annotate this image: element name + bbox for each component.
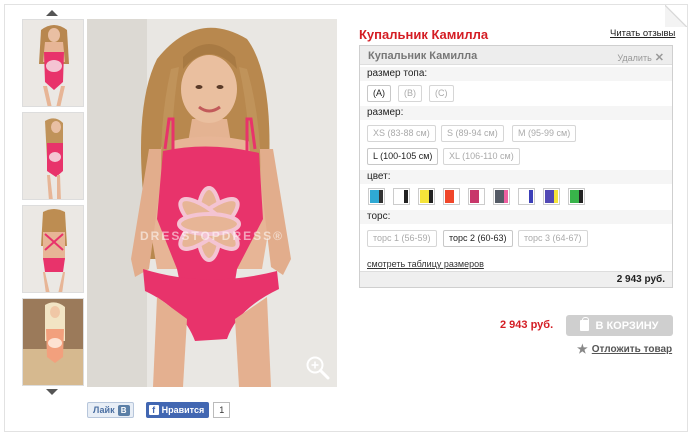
size-option[interactable]: M (95-99 см) [512, 125, 577, 142]
size-option[interactable]: XL (106-110 см) [443, 148, 520, 165]
thumbnail-front[interactable] [22, 19, 84, 107]
size-label: размер: [360, 106, 672, 120]
shopping-bag-icon [580, 317, 590, 331]
thumbnail-back[interactable] [22, 205, 84, 293]
thumbnail-beach[interactable] [22, 298, 84, 386]
main-product-photo[interactable]: DRESSTOPDRESS® [87, 19, 337, 387]
torso-option[interactable]: торс 2 (60-63) [443, 230, 513, 247]
vk-like-button[interactable]: Лайк В [87, 402, 134, 418]
size-option[interactable]: L (100-105 см) [367, 148, 439, 165]
social-buttons: Лайк В f Нравится 1 [87, 402, 231, 418]
add-to-cart-label: В КОРЗИНУ [595, 319, 659, 332]
photo-watermark: DRESSTOPDRESS® [140, 229, 284, 243]
close-icon: ✕ [654, 52, 664, 64]
defer-item-button[interactable]: ★ Отложить товар [577, 342, 672, 356]
thumbnails-up-arrow-icon[interactable] [46, 10, 58, 16]
color-swatch[interactable] [393, 188, 410, 205]
defer-item-label: Отложить товар [591, 343, 673, 355]
top-size-option[interactable]: (B) [398, 85, 422, 102]
page-corner-fold [665, 5, 687, 27]
color-swatch[interactable] [418, 188, 435, 205]
star-icon: ★ [577, 342, 588, 356]
size-chart-link[interactable]: смотреть таблицу размеров [367, 259, 484, 269]
facebook-like-count: 1 [213, 402, 231, 418]
vk-icon: В [117, 404, 130, 416]
options-total-price: 2 943 руб. [360, 271, 672, 287]
color-label: цвет: [360, 170, 672, 184]
color-swatch[interactable] [493, 188, 510, 205]
color-swatch[interactable] [368, 188, 385, 205]
facebook-like-button[interactable]: f Нравится [145, 402, 210, 418]
size-option[interactable]: S (89-94 см) [441, 125, 504, 142]
top-size-label: размер топа: [360, 67, 672, 81]
facebook-icon: f [148, 405, 159, 415]
options-box-title: Купальник Камилла [368, 50, 478, 62]
facebook-like-label: Нравится [161, 405, 205, 415]
top-size-option[interactable]: (C) [429, 85, 454, 102]
thumbnail-side[interactable] [22, 112, 84, 200]
color-swatch[interactable] [443, 188, 460, 205]
read-reviews-link[interactable]: Читать отзывы [610, 28, 675, 39]
vk-like-label: Лайк [93, 405, 115, 415]
facebook-like: f Нравится 1 [145, 402, 231, 418]
remove-label: Удалить [617, 53, 652, 63]
torso-label: торс: [360, 210, 672, 224]
product-title: Купальник Камилла [359, 27, 489, 42]
thumbnails-down-arrow-icon[interactable] [46, 389, 58, 395]
remove-button[interactable]: Удалить ✕ [617, 51, 664, 64]
color-swatch[interactable] [518, 188, 535, 205]
color-swatch[interactable] [468, 188, 485, 205]
size-option[interactable]: XS (83-88 см) [367, 125, 436, 142]
add-to-cart-button[interactable]: В КОРЗИНУ [566, 315, 673, 336]
color-swatch[interactable] [568, 188, 585, 205]
color-swatch[interactable] [543, 188, 560, 205]
torso-option[interactable]: торс 1 (56-59) [367, 230, 437, 247]
options-box: Купальник Камилла Удалить ✕ размер топа: … [359, 45, 673, 288]
torso-option[interactable]: торс 3 (64-67) [518, 230, 588, 247]
zoom-icon[interactable] [305, 355, 331, 381]
options-box-header: Купальник Камилла Удалить ✕ [360, 46, 672, 65]
product-price: 2 943 руб. [500, 319, 554, 331]
top-size-option[interactable]: (A) [367, 85, 391, 102]
thumbnail-list [22, 19, 84, 391]
